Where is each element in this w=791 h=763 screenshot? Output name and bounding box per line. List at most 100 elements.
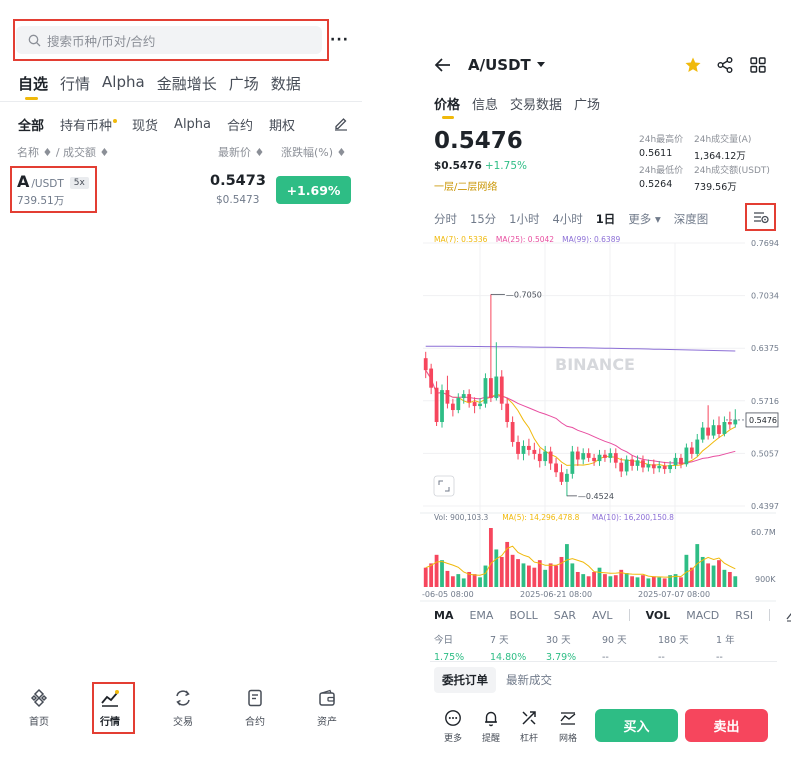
volume-bar <box>440 560 444 587</box>
indicator-chart-icon[interactable] <box>786 608 791 622</box>
chart-settings-icon[interactable] <box>752 209 770 225</box>
indicator-avl[interactable]: AVL <box>592 609 612 622</box>
price-change: +1.75% <box>484 160 527 172</box>
sell-button[interactable]: 卖出 <box>685 709 768 742</box>
top-tabs: 自选 行情 Alpha 金融增长 广场 数据 <box>18 73 301 94</box>
row-quote: /USDT <box>31 178 64 190</box>
subtab-futures[interactable]: 合约 <box>227 115 253 134</box>
indicator-ma[interactable]: MA <box>434 609 453 622</box>
col-name-header[interactable]: 名称 ♦ / 成交额 ♦ <box>17 144 109 160</box>
caret-down-icon[interactable] <box>536 59 546 69</box>
tab-trading-data[interactable]: 交易数据 <box>510 94 562 113</box>
tab-favorites[interactable]: 自选 <box>18 73 48 94</box>
candle-body <box>635 460 640 466</box>
grid-icon[interactable] <box>749 56 767 74</box>
candle-body <box>689 447 694 454</box>
indicator-macd[interactable]: MACD <box>686 609 719 622</box>
candlestick-chart[interactable]: BINANCE 0.76940.70340.63750.57160.50570.… <box>420 233 791 603</box>
interval-1h[interactable]: 1小时 <box>509 211 539 227</box>
volume-bar <box>483 565 488 587</box>
nav-home[interactable]: 首页 <box>14 688 64 728</box>
subtab-all[interactable]: 全部 <box>18 115 44 134</box>
indicator-ema[interactable]: EMA <box>469 609 493 622</box>
star-icon[interactable] <box>684 56 702 74</box>
interval-1d[interactable]: 1日 <box>596 211 616 227</box>
nav-futures-label: 合约 <box>245 717 265 728</box>
tab-finance[interactable]: 金融增长 <box>157 73 217 94</box>
volume-bars <box>423 528 738 587</box>
y-tick-label: 0.5057 <box>751 449 779 458</box>
candle-body <box>559 472 564 482</box>
depth-chart-tab[interactable]: 深度图 <box>674 211 709 227</box>
interval-more[interactable]: 更多 ▾ <box>628 211 660 227</box>
period-180d: 180 天 -- <box>658 632 689 663</box>
candle-body <box>727 422 732 425</box>
candle-body <box>565 473 569 482</box>
volume-bar <box>516 559 520 587</box>
back-arrow-icon[interactable] <box>434 56 452 74</box>
search-icon <box>28 34 41 46</box>
tab-latest-trades[interactable]: 最新成交 <box>506 672 552 688</box>
indicator-vol[interactable]: VOL <box>646 609 671 622</box>
leverage-badge: 5x <box>69 177 89 189</box>
category-link[interactable]: 一层/二层网络 <box>434 178 497 193</box>
subtab-spot[interactable]: 现货 <box>132 115 158 134</box>
candle-body <box>706 427 711 436</box>
y-tick-label: 0.5716 <box>751 397 779 406</box>
action-more[interactable]: 更多 <box>438 709 468 744</box>
grid-trading-icon <box>560 712 576 725</box>
tab-square[interactable]: 广场 <box>574 94 600 113</box>
tab-open-orders[interactable]: 委托订单 <box>434 667 496 693</box>
period-label: 7 天 <box>490 635 509 646</box>
more-icon[interactable]: ··· <box>330 32 349 48</box>
nav-assets[interactable]: 资产 <box>302 688 352 728</box>
tab-markets[interactable]: 行情 <box>60 73 90 94</box>
last-price: 0.5476 <box>434 128 523 154</box>
row-volume: 739.51万 <box>17 195 65 207</box>
subtab-options[interactable]: 期权 <box>269 115 295 134</box>
nav-markets[interactable]: 行情 <box>85 688 135 728</box>
watermark: BINANCE <box>555 355 635 374</box>
tab-info[interactable]: 信息 <box>472 94 498 113</box>
action-alert[interactable]: 提醒 <box>476 709 506 744</box>
interval-4h[interactable]: 4小时 <box>552 211 582 227</box>
candle-body <box>700 427 705 440</box>
action-label: 杠杆 <box>519 734 538 744</box>
nav-futures[interactable]: 合约 <box>230 688 280 728</box>
y-tick-label: 0.7694 <box>751 239 779 248</box>
action-grid[interactable]: 网格 <box>553 709 583 744</box>
candle-body <box>429 368 434 388</box>
search-input[interactable]: 搜索币种/币对/合约 <box>16 26 322 54</box>
col-change-header[interactable]: 涨跌幅(%) ♦ <box>281 144 346 160</box>
stat-label: 24h最低价 <box>639 166 684 176</box>
subtab-alpha[interactable]: Alpha <box>174 117 211 132</box>
indicator-sar[interactable]: SAR <box>554 609 576 622</box>
nav-home-label: 首页 <box>29 717 49 728</box>
vol-tick-label: 900K <box>755 575 776 584</box>
order-tabs: 委托订单 最新成交 <box>434 667 552 693</box>
indicator-boll[interactable]: BOLL <box>509 609 537 622</box>
volume-bar <box>570 563 575 587</box>
volume-bar <box>722 569 727 587</box>
tab-price[interactable]: 价格 <box>434 94 460 113</box>
tab-data[interactable]: 数据 <box>271 73 301 94</box>
last-price-label: 0.5476 <box>749 416 777 425</box>
candle-body <box>510 422 515 442</box>
action-leverage[interactable]: 杠杆 <box>514 709 544 744</box>
share-icon[interactable] <box>716 56 734 74</box>
nav-assets-label: 资产 <box>317 717 337 728</box>
indicator-rsi[interactable]: RSI <box>735 609 753 622</box>
change-badge[interactable]: +1.69% <box>276 176 351 204</box>
high-marker-label: —0.7050 <box>506 290 542 299</box>
col-last-header[interactable]: 最新价 ♦ <box>218 144 264 160</box>
volume-bar <box>494 549 499 587</box>
tab-alpha[interactable]: Alpha <box>102 73 145 94</box>
tab-square[interactable]: 广场 <box>229 73 259 94</box>
subtab-holdings[interactable]: 持有币种 <box>60 115 118 134</box>
interval-15m[interactable]: 15分 <box>470 211 496 227</box>
edit-icon[interactable] <box>333 115 349 131</box>
buy-button[interactable]: 买入 <box>595 709 678 742</box>
pair-title[interactable]: A/USDT <box>468 56 531 74</box>
interval-line[interactable]: 分时 <box>434 211 457 227</box>
nav-trade[interactable]: 交易 <box>158 688 208 728</box>
